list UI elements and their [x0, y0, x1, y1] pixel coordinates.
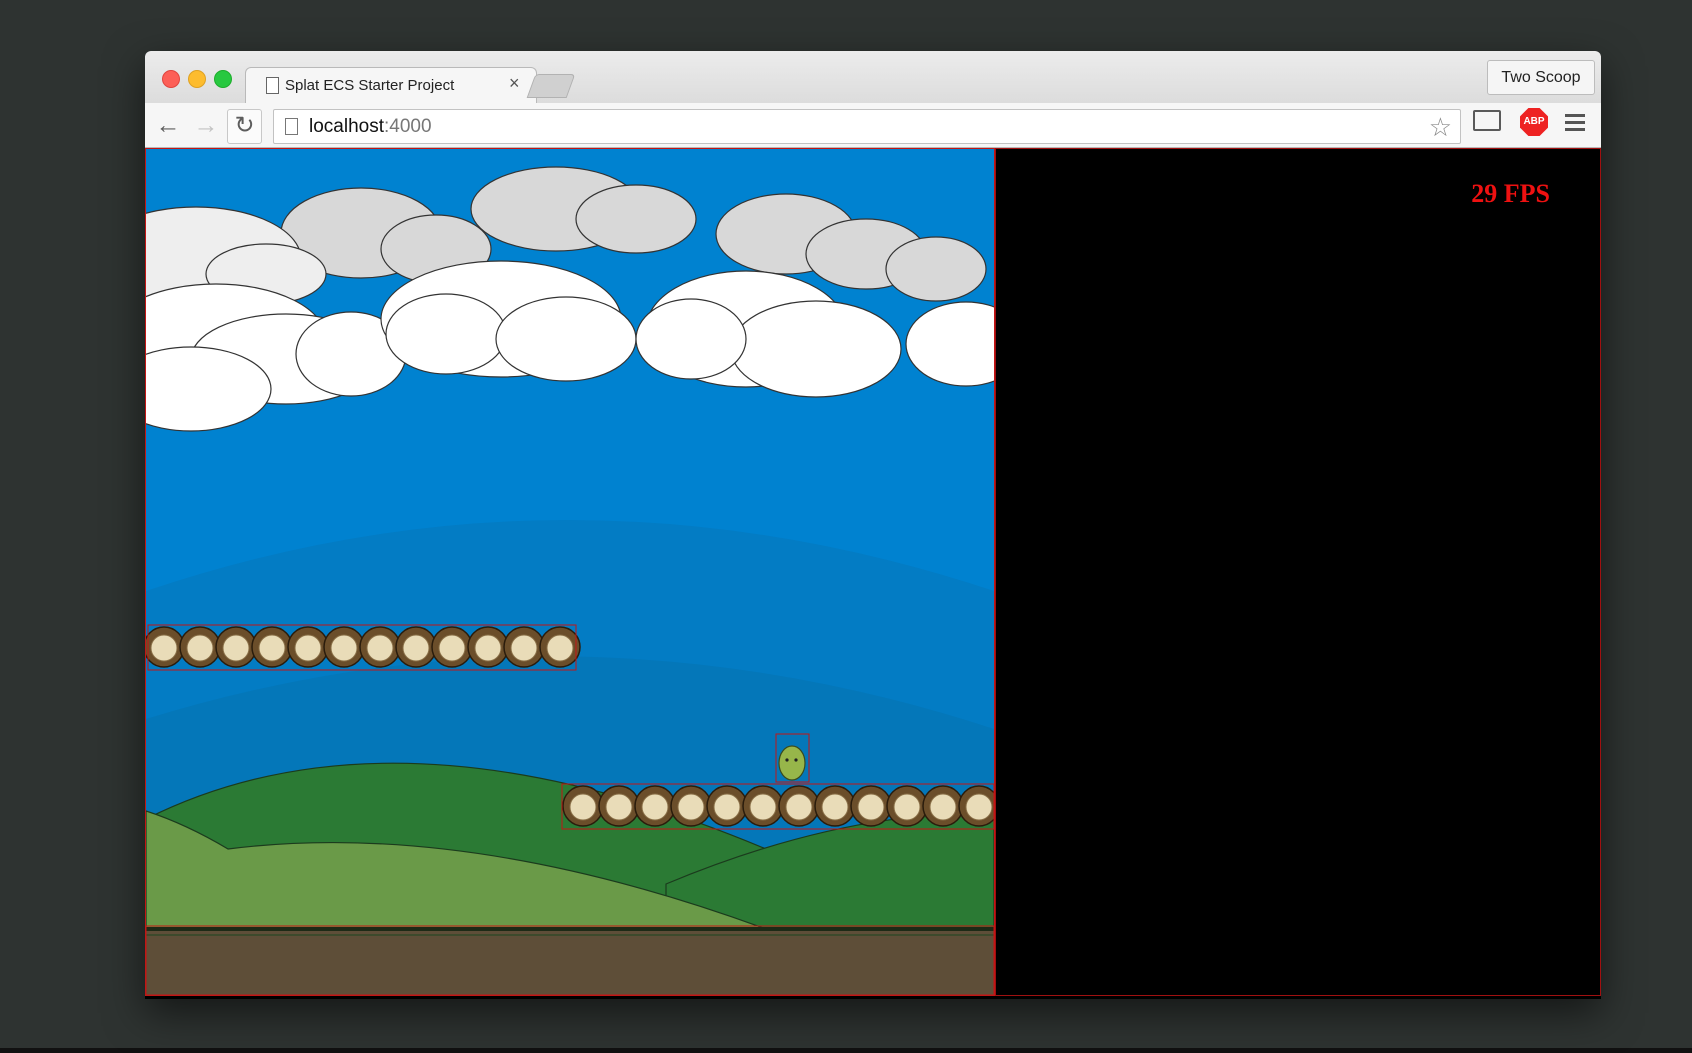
log-ring [330, 634, 358, 662]
close-window-button[interactable] [162, 70, 180, 88]
ground [146, 927, 994, 995]
profile-button[interactable]: Two Scoop [1487, 60, 1595, 95]
page-viewport: 29 FPS [145, 148, 1601, 999]
log-ring [222, 634, 250, 662]
log-ring [366, 634, 394, 662]
cast-icon[interactable] [1473, 110, 1501, 131]
log-ring [438, 634, 466, 662]
debug-panel: 29 FPS [995, 148, 1601, 996]
minimize-window-button[interactable] [188, 70, 206, 88]
log-ring [605, 793, 633, 821]
url-text: localhost:4000 [309, 116, 432, 137]
log-ring [641, 793, 669, 821]
log-ring [546, 634, 574, 662]
log-ring [677, 793, 705, 821]
log-ring [929, 793, 957, 821]
log-ring [785, 793, 813, 821]
log-ring [893, 793, 921, 821]
tab-strip: Splat ECS Starter Project × Two Scoop [145, 51, 1601, 105]
log-ring [150, 634, 178, 662]
address-bar[interactable]: localhost:4000 ☆ [273, 109, 1461, 144]
browser-window: Splat ECS Starter Project × Two Scoop ← … [145, 51, 1601, 999]
new-tab-button[interactable] [526, 74, 576, 98]
forward-arrow-icon[interactable]: → [191, 109, 221, 141]
log-ring [857, 793, 885, 821]
fps-counter: 29 FPS [1471, 179, 1550, 208]
tab-title: Splat ECS Starter Project [285, 77, 455, 94]
toolbar: ← → ↻ localhost:4000 ☆ ABP [145, 103, 1601, 148]
menu-icon[interactable] [1565, 114, 1585, 135]
log-ring [749, 793, 777, 821]
log-ring [821, 793, 849, 821]
page-icon [285, 118, 298, 135]
star-icon[interactable]: ☆ [1429, 112, 1452, 143]
log-ring [294, 634, 322, 662]
log-ring [510, 634, 538, 662]
log-ring [569, 793, 597, 821]
tab-active[interactable]: Splat ECS Starter Project × [245, 67, 537, 105]
maximize-window-button[interactable] [214, 70, 232, 88]
log-ring [258, 634, 286, 662]
close-icon[interactable]: × [509, 73, 520, 94]
back-arrow-icon[interactable]: ← [153, 109, 183, 141]
desktop-strip [0, 1048, 1692, 1053]
reload-icon[interactable]: ↻ [227, 109, 262, 144]
log-ring [402, 634, 430, 662]
page-icon [266, 77, 279, 94]
green-blob-character [778, 745, 806, 781]
log-ring [474, 634, 502, 662]
log-ring [186, 634, 214, 662]
log-ring [713, 793, 741, 821]
log-ring [965, 793, 993, 821]
game-canvas[interactable] [145, 148, 995, 996]
adblock-icon[interactable]: ABP [1520, 108, 1548, 136]
